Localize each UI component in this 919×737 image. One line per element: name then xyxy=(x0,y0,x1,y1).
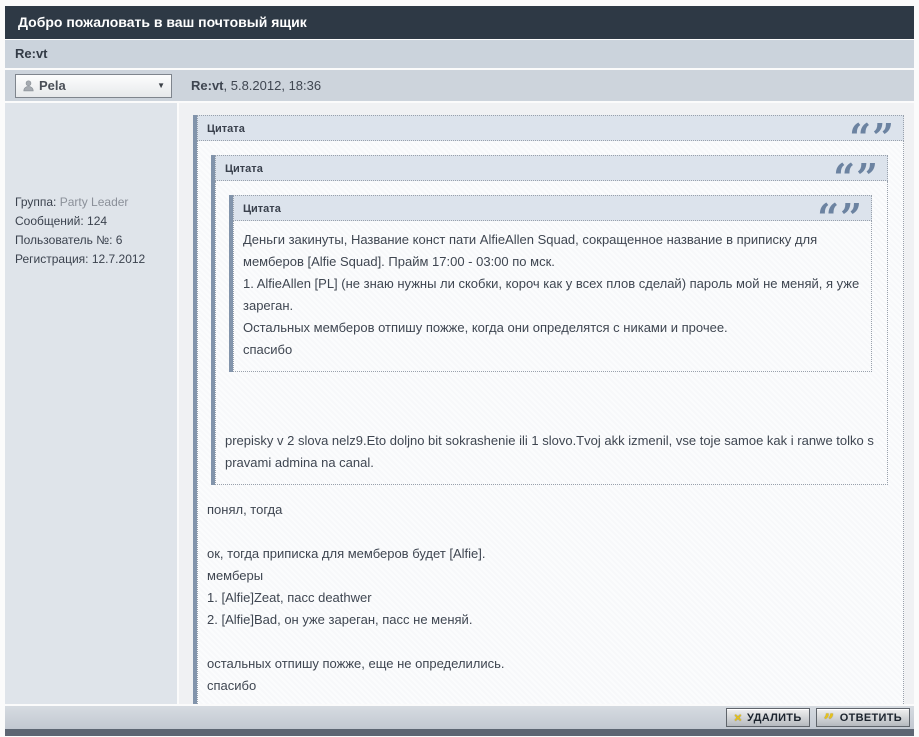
quote-text-line xyxy=(203,521,893,543)
quote-text-line: Деньги закинуты, Название конст пати Alf… xyxy=(243,232,818,269)
sender-name: Pela xyxy=(39,78,66,93)
pm-page: Добро пожаловать в ваш почтовый ящик Re:… xyxy=(0,0,919,737)
quote-text-line: понял, тогда xyxy=(207,502,283,517)
quote-block-level2: Цитата “” Цитата “” Деньги закинуты, Наз… xyxy=(211,155,888,485)
user-info-row: Регистрация: 12.7.2012 xyxy=(15,250,171,269)
quote-label: Цитата xyxy=(243,203,281,215)
reply-quote-icon: ” xyxy=(823,710,835,732)
quote-text-line: Остальных мемберов отпишу пожже, когда о… xyxy=(243,320,728,335)
quote-text-line: ок, тогда приписка для мемберов будет [A… xyxy=(207,546,486,561)
quote-body: Деньги закинуты, Название конст пати Alf… xyxy=(233,221,872,372)
delete-button-label: УДАЛИТЬ xyxy=(746,711,802,724)
quote-text-line: остальных отпишу пожже, еще не определил… xyxy=(207,656,505,671)
quote-text-line: спасибо xyxy=(243,342,293,357)
quote-label: Цитата xyxy=(225,163,263,175)
quote-block-level3: Цитата “” Деньги закинуты, Название конс… xyxy=(229,195,872,372)
field-value: Party Leader xyxy=(59,195,129,209)
quote-block-level1: Цитата “” Цитата “” Цитата “” Деньги зак… xyxy=(193,115,904,704)
quote-header: Цитата “” xyxy=(215,155,888,199)
meta-subject: Re:vt xyxy=(191,78,224,93)
quote-text-line: 1. [Alfie]Zeat, пасс deathwer xyxy=(207,590,372,605)
field-label: Сообщений: xyxy=(15,214,84,228)
action-bar: × УДАЛИТЬ ” ОТВЕТИТЬ xyxy=(5,706,914,731)
quote-text-line: 1. AlfieAllen [PL] (не знаю нужны ли ско… xyxy=(243,276,860,313)
quote-text-line xyxy=(221,386,877,408)
delete-x-icon: × xyxy=(734,710,742,725)
field-label: Группа: xyxy=(15,195,57,209)
field-value: 12.7.2012 xyxy=(91,252,146,266)
user-info-row: Группа: Party Leader xyxy=(15,193,171,212)
user-info-row: Сообщений: 124 xyxy=(15,212,171,231)
reply-button[interactable]: ” ОТВЕТИТЬ xyxy=(815,708,910,731)
page-title: Добро пожаловать в ваш почтовый ящик xyxy=(5,6,914,39)
subject-bar: Re:vt xyxy=(5,40,914,68)
field-label: Регистрация: xyxy=(15,252,89,266)
message-meta-row: Pela ▼ Re:vt, 5.8.2012, 18:36 xyxy=(5,70,914,101)
content-row: Группа: Party Leader Сообщений: 124 Поль… xyxy=(5,103,914,704)
delete-button[interactable]: × УДАЛИТЬ xyxy=(726,708,810,727)
footer-divider xyxy=(5,729,914,736)
field-value: 6 xyxy=(115,233,123,247)
quote-marks-icon: “” xyxy=(833,155,879,200)
quote-marks-icon: “” xyxy=(849,115,895,160)
user-info-sidebar: Группа: Party Leader Сообщений: 124 Поль… xyxy=(5,103,177,704)
field-value: 124 xyxy=(87,214,108,228)
meta-date: , 5.8.2012, 18:36 xyxy=(223,78,322,93)
quote-label: Цитата xyxy=(207,123,245,135)
quote-text-line: мемберы xyxy=(207,568,264,583)
quote-text-line xyxy=(221,408,877,430)
quote-text-line xyxy=(203,631,893,653)
reply-button-label: ОТВЕТИТЬ xyxy=(839,711,902,724)
message-body-panel: Цитата “” Цитата “” Цитата “” Деньги зак… xyxy=(179,103,914,704)
user-info-row: Пользователь №: 6 xyxy=(15,231,171,250)
user-icon xyxy=(22,79,35,93)
chevron-down-icon: ▼ xyxy=(157,81,165,90)
quote-header: Цитата “” xyxy=(233,195,872,239)
quote-body: Цитата “” Цитата “” Деньги закинуты, Наз… xyxy=(197,141,904,704)
quote-body: Цитата “” Деньги закинуты, Название конс… xyxy=(215,181,888,485)
message-subject-date: Re:vt, 5.8.2012, 18:36 xyxy=(191,78,321,93)
field-label: Пользователь №: xyxy=(15,233,113,247)
quote-marks-icon: “” xyxy=(817,195,863,240)
quote-text-line: 2. [Alfie]Bad, он уже зареган, пасс не м… xyxy=(207,612,473,627)
quote-header: Цитата “” xyxy=(197,115,904,159)
quote-text-line: спасибо xyxy=(207,678,257,693)
sender-select[interactable]: Pela ▼ xyxy=(15,73,172,98)
quote-text-line: prepisky v 2 slova nelz9.Eto doljno bit … xyxy=(225,433,874,470)
